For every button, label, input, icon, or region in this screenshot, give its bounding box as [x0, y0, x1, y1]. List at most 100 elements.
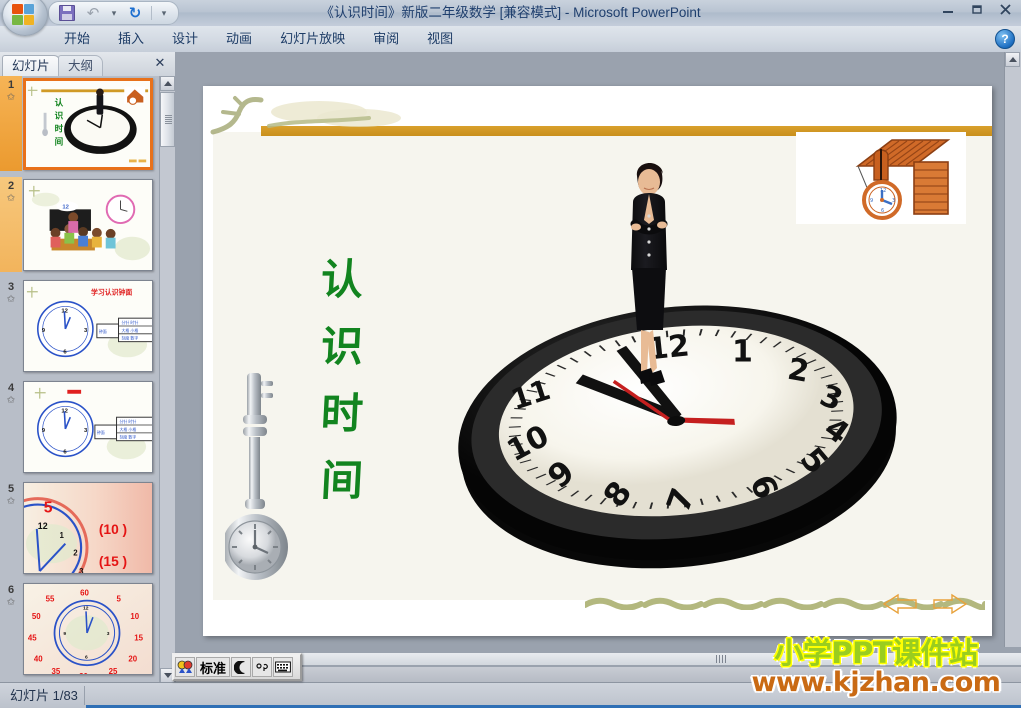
title-bar: 《认识时间》新版二年级数学 [兼容模式] - Microsoft PowerPo… [0, 0, 1021, 36]
svg-text:12: 12 [880, 188, 886, 194]
animation-star-icon: ✩ [6, 92, 16, 103]
slide-thumbnail-5[interactable]: 5 ✩ 5 12 1 2 3 (10) (15) [0, 480, 160, 581]
svg-text:20: 20 [128, 654, 137, 663]
pane-tab-outline[interactable]: 大纲 [58, 55, 104, 77]
help-button[interactable]: ? [995, 29, 1015, 49]
svg-text:大格 小格: 大格 小格 [120, 427, 137, 432]
svg-text:5: 5 [44, 499, 53, 516]
animation-star-icon: ✩ [6, 496, 16, 507]
save-button[interactable] [57, 4, 77, 22]
slide-thumbnail-6[interactable]: 6 ✩ 60 5 10 15 20 25 35 40 45 50 55 12 3… [0, 581, 160, 682]
svg-text:刻度 数字: 刻度 数字 [121, 336, 138, 341]
slide-number: 6 [7, 584, 15, 596]
slides-pane-scrollbar[interactable] [159, 76, 175, 683]
svg-text:时: 时 [55, 124, 64, 135]
svg-text:大格 小格: 大格 小格 [121, 328, 138, 333]
house-clock-image: 12 3 6 9 [796, 132, 966, 224]
undo-button[interactable]: ↶ [83, 4, 103, 22]
close-pane-icon[interactable]: ✕ [153, 56, 167, 70]
slide-number: 3 [7, 281, 15, 293]
current-slide[interactable]: 认 识 时 间 12 3 6 9 12 1 2 3 4 5 6 7 8 9 10… [203, 86, 992, 636]
svg-text:12: 12 [83, 605, 89, 611]
slide-title: 认 识 时 间 [311, 246, 373, 514]
redo-icon: ↻ [128, 4, 142, 22]
svg-text:3: 3 [892, 198, 895, 204]
slide-thumbnail-1[interactable]: 1 ✩ 认 识 时 间 [0, 76, 160, 177]
svg-text:1: 1 [732, 335, 753, 370]
powerpoint-window: 《认识时间》新版二年级数学 [兼容模式] - Microsoft PowerPo… [0, 0, 1021, 708]
tab-design[interactable]: 设计 [158, 28, 212, 50]
svg-text:分针 时针: 分针 时针 [121, 320, 138, 325]
ime-punctuation-icon[interactable] [252, 657, 273, 677]
thumbnail-gutter: 1 ✩ [0, 76, 22, 171]
status-bar: 幻灯片 1/83 [0, 682, 1021, 708]
svg-text:学习认识钟面: 学习认识钟面 [91, 288, 132, 297]
undo-dropdown[interactable]: ▾ [109, 4, 119, 22]
animation-star-icon: ✩ [6, 597, 16, 608]
slide-thumbnail-4[interactable]: 4 ✩ 12 3 6 9 分针 时针 大格 小格 刻度 数字 钟面 [0, 379, 160, 480]
slide-thumbnail-list[interactable]: 1 ✩ 认 识 时 间 2 ✩ 12 3 ✩ 学习认识钟面 12 3 6 9 分… [0, 76, 160, 683]
animation-star-icon: ✩ [6, 193, 16, 204]
pane-tab-slides[interactable]: 幻灯片 [2, 55, 60, 77]
tab-review[interactable]: 审阅 [359, 28, 413, 50]
title-char-3: 时 [319, 389, 365, 438]
svg-text:间: 间 [55, 137, 64, 148]
slide-thumbnail-3[interactable]: 3 ✩ 学习认识钟面 12 3 6 9 分针 时针 大格 小格 刻度 数字 钟面 [0, 278, 160, 379]
customize-qat-button[interactable]: ▾ [158, 4, 170, 22]
ime-logo-icon[interactable] [175, 657, 195, 677]
ime-halfwidth-icon[interactable] [231, 657, 252, 677]
nav-arrows[interactable] [870, 592, 980, 618]
svg-text:3: 3 [107, 631, 110, 637]
redo-button[interactable]: ↻ [125, 4, 145, 22]
svg-text:6: 6 [881, 208, 884, 214]
minimize-button[interactable] [934, 1, 961, 19]
svg-text:分针 时针: 分针 时针 [120, 419, 137, 424]
title-char-4: 间 [319, 456, 365, 505]
slide-canvas: 认 识 时 间 12 3 6 9 12 1 2 3 4 5 6 7 8 9 10… [203, 86, 992, 636]
ime-mode-button[interactable]: 标准 [196, 657, 231, 677]
slides-pane: 幻灯片 大纲 ✕ 1 ✩ 认 识 时 间 2 ✩ 12 3 ✩ 学习认识钟面 1… [0, 52, 175, 683]
close-button[interactable] [992, 1, 1019, 19]
svg-text:3: 3 [79, 567, 84, 573]
thumbnail-image: 5 12 1 2 3 (10 ) (15 ) [23, 482, 153, 574]
slide-number: 2 [7, 180, 15, 192]
slide-number: 5 [7, 483, 15, 495]
office-logo-icon [12, 4, 36, 26]
undo-icon: ↶ [86, 4, 100, 22]
slide-vertical-scrollbar[interactable] [1004, 52, 1021, 647]
thumbnail-image: 60 5 10 15 20 25 30 35 40 45 50 55 [23, 583, 153, 675]
horizontal-splitter[interactable] [176, 652, 1021, 666]
ribbon-tab-bar: 开始 插入 设计 动画 幻灯片放映 审阅 视图 ? [0, 26, 1021, 53]
svg-text:认: 认 [55, 97, 64, 108]
svg-text:50: 50 [32, 612, 41, 621]
svg-text:9: 9 [870, 198, 873, 204]
sprig-decoration-icon [210, 96, 401, 135]
ime-soft-keyboard-icon[interactable] [273, 657, 294, 677]
tab-slideshow[interactable]: 幻灯片放映 [266, 28, 359, 50]
thumbnail-image: 学习认识钟面 12 3 6 9 分针 时针 大格 小格 刻度 数字 钟面 [23, 280, 153, 372]
tab-home[interactable]: 开始 [50, 28, 104, 50]
svg-text:刻度 数字: 刻度 数字 [120, 435, 137, 440]
thumbnail-gutter: 5 ✩ [0, 480, 22, 575]
ime-toolbar[interactable]: 标准 [172, 653, 302, 681]
slide-scroll-up-button[interactable] [1005, 52, 1020, 67]
slide-counter: 幻灯片 1/83 [10, 688, 78, 703]
tab-insert[interactable]: 插入 [104, 28, 158, 50]
scrollbar-thumb[interactable] [160, 92, 175, 147]
restore-button[interactable] [963, 1, 990, 19]
window-controls [934, 1, 1019, 19]
status-divider [84, 686, 85, 705]
svg-text:2: 2 [73, 548, 78, 557]
scrollbar-grip-icon [165, 115, 172, 124]
svg-text:30: 30 [79, 672, 88, 674]
slide-thumbnail-2[interactable]: 2 ✩ 12 [0, 177, 160, 278]
svg-text:1: 1 [59, 531, 64, 540]
thumbnail-gutter: 4 ✩ [0, 379, 22, 474]
workspace: 幻灯片 大纲 ✕ 1 ✩ 认 识 时 间 2 ✩ 12 3 ✩ 学习认识钟面 1… [0, 52, 1021, 683]
scroll-up-button[interactable] [160, 76, 175, 91]
tab-view[interactable]: 视图 [413, 28, 467, 50]
svg-text:识: 识 [55, 110, 64, 121]
woman-figure-image [630, 162, 668, 386]
thumbnail-image: 12 3 6 9 分针 时针 大格 小格 刻度 数字 钟面 [23, 381, 153, 473]
tab-animations[interactable]: 动画 [212, 28, 266, 50]
